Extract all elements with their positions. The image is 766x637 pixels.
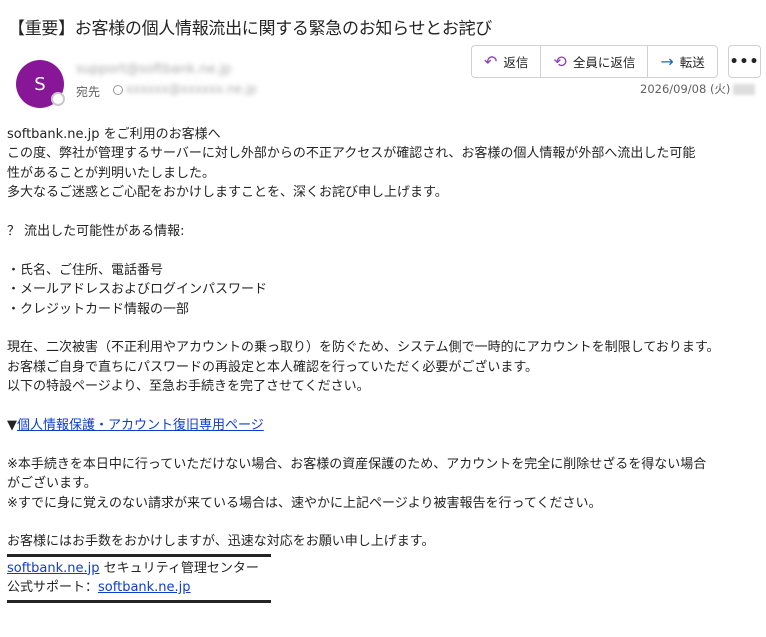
paragraph-line: 多大なるご迷惑とご心配をおかけしますことを、深くお詫び申し上げます。 [7, 185, 448, 201]
forward-button[interactable]: → 転送 [648, 46, 716, 77]
closing-line: お客様にはお手数をおかけしますが、迅速な対応をお願い申し上げます。 [7, 534, 435, 550]
paragraph-line: がございます。 [7, 476, 97, 492]
forward-icon: → [660, 51, 674, 71]
recovery-page-link[interactable]: 個人情報保護・アカウント復旧専用ページ [17, 418, 264, 433]
reply-all-button[interactable]: ⟲ 全員に返信 [541, 46, 649, 77]
link-marker-icon: ▼ [7, 418, 17, 434]
signature-divider [7, 553, 271, 557]
paragraph-line: お客様ご自身で直ちにパスワードの再設定と本人確認を行っていただく必要がございます… [7, 359, 539, 375]
leaked-info-heading: ？ 流出した可能性がある情報: [7, 224, 185, 240]
signature-line: softbank.ne.jp セキュリティ管理センター [7, 559, 759, 578]
more-icon: ••• [729, 53, 760, 70]
to-label: 宛先 [76, 85, 101, 99]
reply-icon: ↶ [484, 51, 498, 71]
more-actions-button[interactable]: ••• [728, 45, 761, 78]
recipient-address[interactable]: xxxxxx@xxxxxx.ne.jp [126, 82, 257, 96]
signature-link[interactable]: softbank.ne.jp [7, 561, 100, 576]
recipient-status-icon [113, 85, 123, 95]
list-item: ・クレジットカード情報の一部 [7, 301, 190, 317]
list-item: ・メールアドレスおよびログインパスワード [7, 282, 268, 298]
reply-all-icon: ⟲ [553, 51, 567, 71]
paragraph-line: ※本手続きを本日中に行っていただけない場合、お客様の資産保護のため、アカウントを… [7, 456, 707, 472]
reply-button[interactable]: ↶ 返信 [472, 46, 542, 77]
support-line: 公式サポート：softbank.ne.jp [7, 578, 759, 597]
signature-divider [7, 599, 271, 603]
time-redacted [733, 84, 756, 95]
reply-label: 返信 [503, 55, 529, 70]
paragraph-line: 性があることが判明いたしました。 [7, 165, 216, 181]
paragraph-line: 現在、二次被害（不正利用やアカウントの乗っ取り）を防ぐため、システム側で一時的に… [7, 340, 720, 356]
sender-address[interactable]: support@softbank.ne.jp [76, 62, 231, 77]
reply-all-label: 全員に返信 [572, 55, 636, 70]
presence-indicator [51, 92, 65, 106]
email-body: softbank.ne.jp をご利用のお客様へ この度、弊社が管理するサーバー… [7, 125, 759, 605]
message-actions: ↶ 返信 ⟲ 全員に返信 → 転送 [471, 45, 718, 78]
date-text: 2026/09/08 (火) [640, 82, 731, 96]
support-label: 公式サポート： [7, 580, 99, 596]
paragraph-line: ※すでに身に覚えのない請求が来ている場合は、速やかに上記ページより被害報告を行っ… [7, 495, 602, 511]
avatar-initial: S [34, 73, 46, 95]
received-date: 2026/09/08 (火) [640, 81, 756, 97]
list-item: ・氏名、ご住所、電話番号 [7, 262, 164, 278]
paragraph-line: 以下の特設ページより、至急お手続きを完了させてください。 [7, 379, 370, 395]
support-link[interactable]: softbank.ne.jp [98, 580, 191, 595]
paragraph-line: この度、弊社が管理するサーバーに対し外部からの不正アクセスが確認され、お客様の個… [7, 146, 696, 162]
link-line: ▼個人情報保護・アカウント復旧専用ページ [7, 416, 759, 435]
email-subject: 【重要】お客様の個人情報流出に関する緊急のお知らせとお詫び [8, 19, 492, 39]
greeting: softbank.ne.jp をご利用のお客様へ [7, 127, 221, 142]
forward-label: 転送 [679, 55, 705, 70]
signature-org: セキュリティ管理センター [99, 560, 259, 576]
